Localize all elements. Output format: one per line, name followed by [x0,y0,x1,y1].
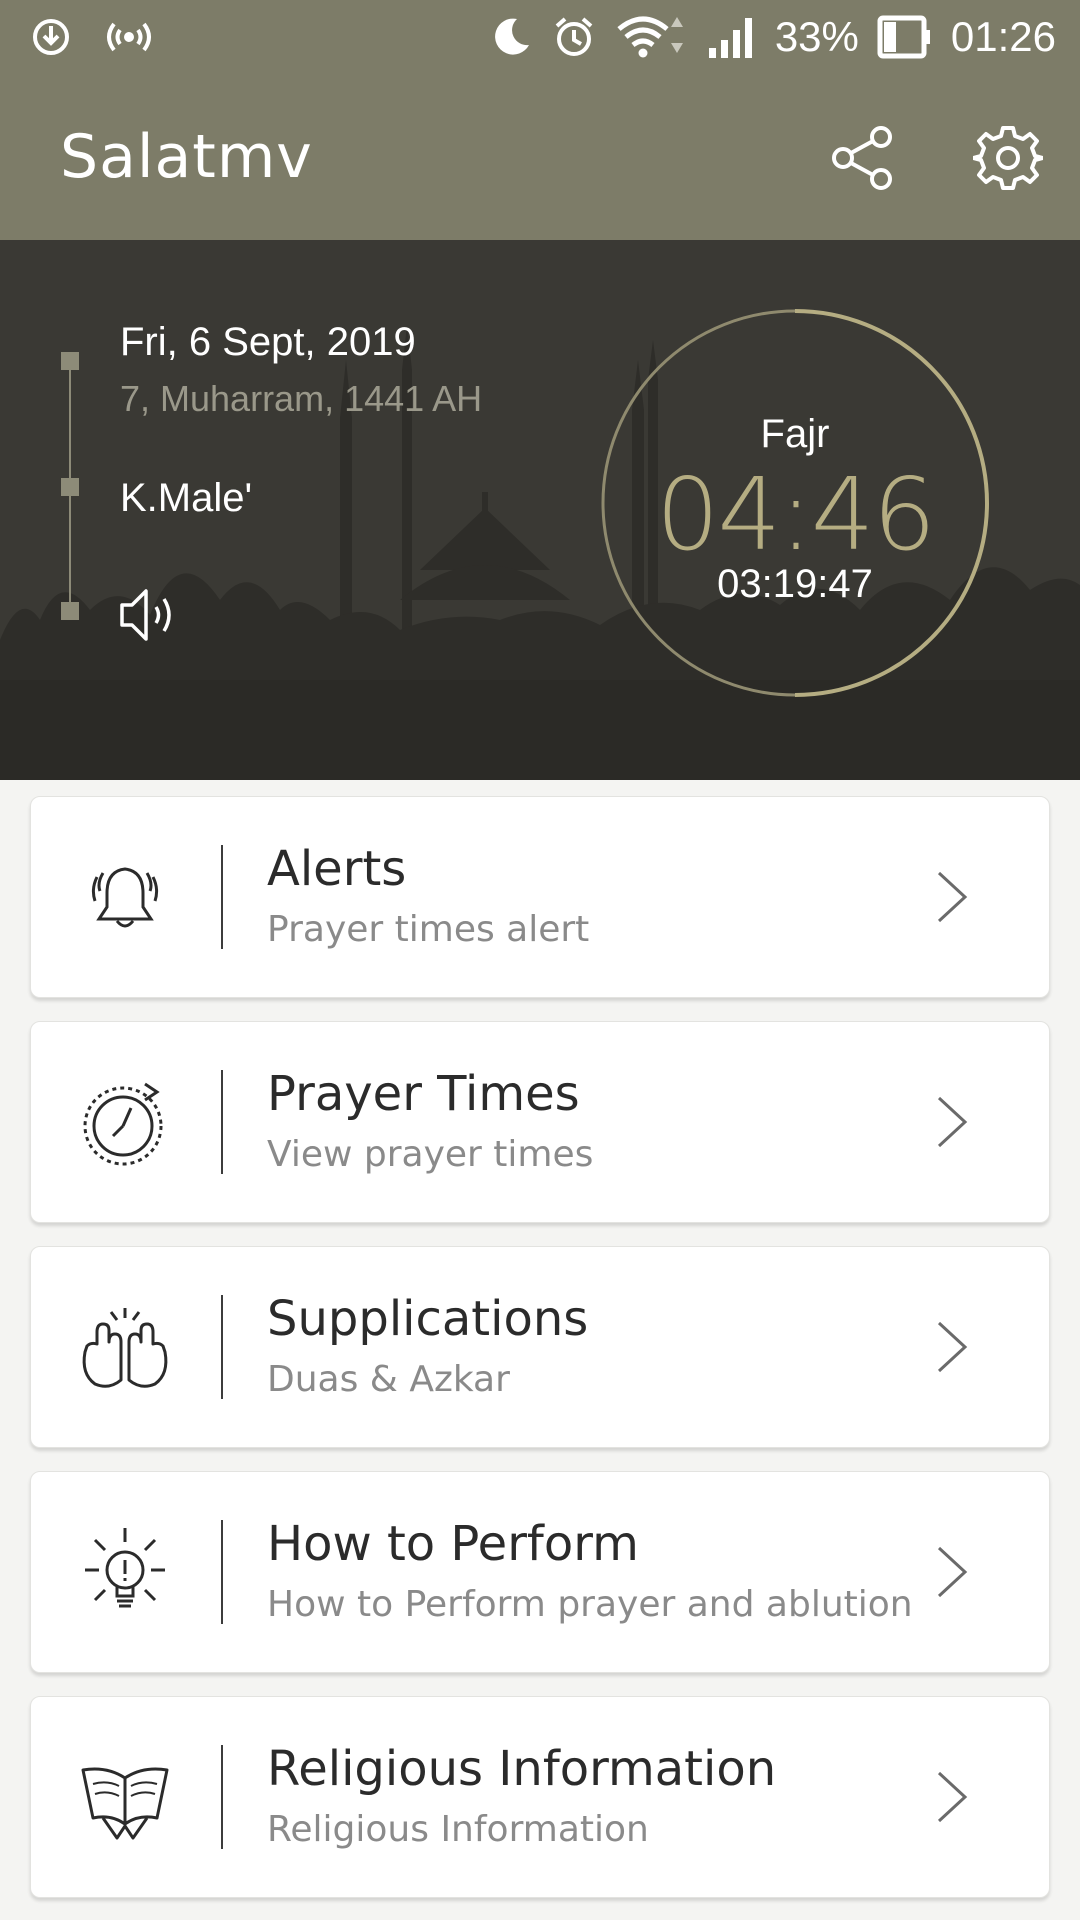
menu-card-subtitle: How to Perform prayer and ablution [267,1584,913,1625]
menu-card-religious-information[interactable]: Religious Information Religious Informat… [30,1696,1050,1898]
card-divider [221,1070,223,1174]
menu-card-supplications[interactable]: Supplications Duas & Azkar [30,1246,1050,1448]
menu-card-title: Supplications [267,1291,589,1347]
location-label[interactable]: K.Male' [120,476,252,521]
battery-icon [877,14,933,60]
menu-card-title: Religious Information [267,1741,777,1797]
menu-card-subtitle: View prayer times [267,1134,594,1175]
prayer-header: Fri, 6 Sept, 2019 7, Muharram, 1441 AH K… [0,240,1080,780]
share-button[interactable] [824,118,904,198]
signal-icon [707,14,757,60]
card-divider [221,1745,223,1849]
alarm-icon [551,14,597,60]
menu-card-subtitle: Prayer times alert [267,909,590,950]
chevron-right-icon [937,1546,968,1598]
settings-button[interactable] [968,118,1048,198]
menu-card-prayer-times[interactable]: Prayer Times View prayer times [30,1021,1050,1223]
status-time: 01:26 [950,13,1056,60]
gregorian-date: Fri, 6 Sept, 2019 [120,320,416,364]
clock-icon [83,1082,163,1166]
moon-icon [489,15,533,59]
praying-hands-icon [82,1308,168,1388]
battery-percent: 33% [774,13,859,60]
status-bar-right: 33% 01:26 [489,10,1056,64]
card-divider [221,1295,223,1399]
menu-card-subtitle: Religious Information [267,1809,649,1850]
menu-card-how-to-perform[interactable]: How to Perform How to Perform prayer and… [30,1471,1050,1673]
app-bar: Salatmv [0,74,1080,240]
sound-toggle-button[interactable] [118,585,188,645]
chevron-right-icon [937,1321,968,1373]
chevron-right-icon [937,871,968,923]
card-divider [221,845,223,949]
app-title: Salatmv [60,122,313,192]
timeline-dot-date [61,352,79,370]
hijri-date: 7, Muharram, 1441 AH [120,378,483,419]
card-divider [221,1520,223,1624]
menu-card-title: How to Perform [267,1516,639,1572]
lightbulb-icon [85,1528,165,1608]
menu-card-title: Alerts [267,841,407,897]
speaker-icon [120,589,171,641]
status-bar: 33% 01:26 [0,0,1080,74]
hotspot-icon [102,16,156,58]
next-prayer-countdown: 03:19:47 [717,562,873,606]
menu-card-subtitle: Duas & Azkar [267,1359,510,1400]
chevron-right-icon [937,1771,968,1823]
gear-icon [973,126,1043,190]
timeline-dot-sound [61,602,79,620]
share-icon [832,126,892,190]
timeline-dot-location [61,478,79,496]
menu-card-alerts[interactable]: Alerts Prayer times alert [30,796,1050,998]
download-icon [30,16,72,58]
next-prayer-name: Fajr [760,412,830,456]
next-prayer-time: 04:46 [655,456,936,573]
bell-icon [91,867,159,928]
wifi-icon [615,13,689,61]
chevron-right-icon [937,1096,968,1148]
quran-book-icon [81,1767,169,1840]
menu-card-title: Prayer Times [267,1066,580,1122]
status-bar-left [30,10,156,64]
